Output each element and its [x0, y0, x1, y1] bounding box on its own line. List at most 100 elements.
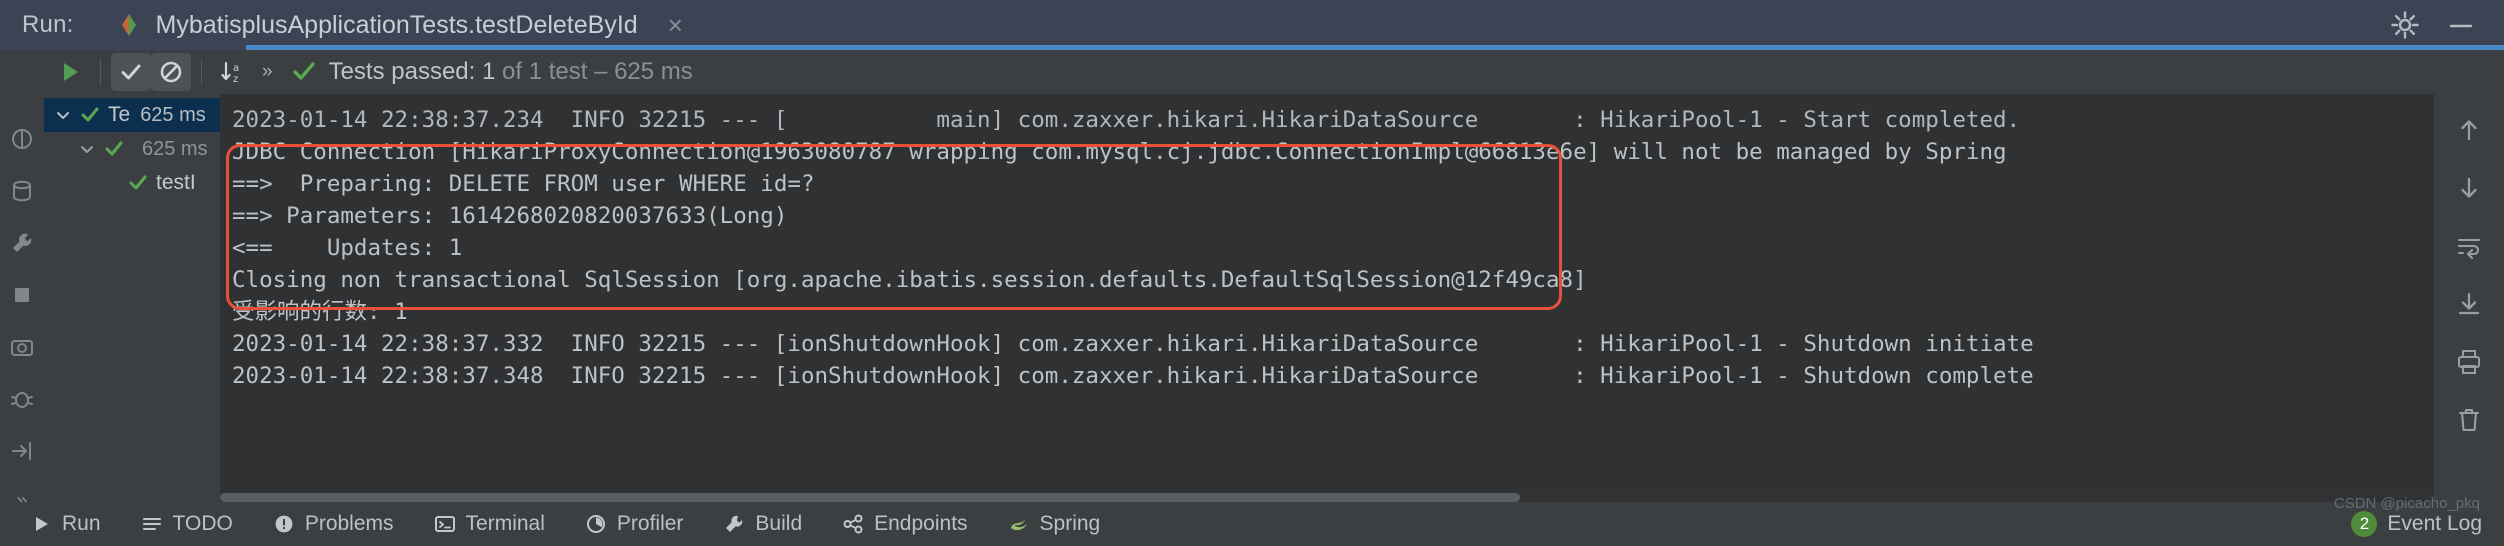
scroll-to-end-icon[interactable]	[2455, 290, 2483, 318]
console-line: JDBC Connection [HikariProxyConnection@1…	[232, 139, 2007, 165]
rerun-button[interactable]	[50, 53, 90, 91]
console-line: 2023-01-14 22:38:37.348 INFO 32215 --- […	[232, 363, 2034, 389]
bottom-tab-build[interactable]: Build	[703, 502, 822, 546]
bottom-tab-spring[interactable]: Spring	[988, 502, 1121, 546]
test-status-passed: Tests passed: 1	[328, 58, 496, 85]
bottom-tab-terminal[interactable]: Terminal	[414, 502, 565, 546]
bottom-tab-todo[interactable]: TODO	[121, 502, 253, 546]
console-line: ==> Preparing: DELETE FROM user WHERE id…	[232, 171, 815, 197]
stop-icon[interactable]	[9, 282, 35, 308]
test-status: Tests passed: 1 of 1 test – 625 ms	[291, 58, 693, 86]
svg-text:z: z	[233, 74, 238, 85]
green-check-icon	[104, 139, 124, 159]
bottom-tab-label: Terminal	[465, 512, 545, 535]
todo-icon	[141, 513, 163, 535]
console-horizontal-scrollbar[interactable]	[220, 493, 2434, 502]
bottom-tab-label: TODO	[172, 512, 233, 535]
chevrons-right-icon[interactable]: »	[252, 61, 281, 83]
console-line: ==> Parameters: 1614268020820037633(Long…	[232, 203, 788, 229]
chevron-down-icon[interactable]	[78, 140, 96, 158]
play-icon	[57, 59, 83, 85]
console-action-rail	[2434, 94, 2504, 502]
scrollbar-thumb[interactable]	[220, 493, 1520, 502]
bottom-tab-label: Build	[755, 512, 803, 535]
run-configuration-tab[interactable]: MybatisplusApplicationTests.testDeleteBy…	[110, 0, 689, 50]
test-tree: Te 625 ms 625 ms testI	[44, 94, 220, 502]
bottom-tab-run[interactable]: Run	[10, 502, 121, 546]
build-icon	[723, 513, 745, 535]
bottom-tab-endpoints[interactable]: Endpoints	[822, 502, 987, 546]
trash-icon[interactable]	[2455, 406, 2483, 434]
svg-text:a: a	[233, 63, 239, 74]
event-log-count-badge: 2	[2351, 511, 2378, 537]
bug-icon[interactable]	[9, 386, 35, 412]
ignored-icon	[158, 59, 184, 85]
run-tool-window: Run: MybatisplusApplicationTests.testDel…	[0, 0, 2504, 546]
watermark-text: CSDN @picacho_pkq	[2333, 495, 2480, 512]
console-line: 受影响的行数: 1	[232, 299, 408, 325]
bottom-tab-label: Endpoints	[874, 512, 968, 535]
left-gutter: »	[0, 50, 44, 512]
console-line: Closing non transactional SqlSession [or…	[232, 267, 1587, 293]
build-tools-icon[interactable]	[9, 230, 35, 256]
title-bar: Run: MybatisplusApplicationTests.testDel…	[0, 0, 2504, 50]
spring-icon	[1008, 513, 1030, 535]
main-column: a z » Tests passed: 1 of 1 test – 625 ms	[44, 50, 2504, 502]
tab-active-underline	[246, 45, 2504, 50]
terminal-icon	[434, 513, 456, 535]
toolbar-divider-2	[201, 59, 202, 85]
test-status-detail: of 1 test – 625 ms	[495, 58, 693, 85]
console-line: 2023-01-14 22:38:37.234 INFO 32215 --- […	[232, 107, 2021, 133]
chevron-down-icon[interactable]	[54, 106, 72, 124]
gear-icon[interactable]	[2390, 10, 2420, 40]
structure-icon[interactable]	[9, 126, 35, 152]
sort-alpha-icon: a z	[219, 59, 245, 85]
show-ignored-toggle[interactable]	[151, 53, 191, 91]
tool-window-body: » a z » Tests passed: 1 of 1 test – 625 …	[0, 50, 2504, 512]
play-icon	[30, 513, 52, 535]
bottom-tab-problems[interactable]: Problems	[253, 502, 414, 546]
console-output[interactable]: 2023-01-14 22:38:37.234 INFO 32215 --- […	[220, 94, 2434, 502]
bottom-tab-label: Run	[62, 512, 101, 535]
run-config-icon	[116, 12, 142, 38]
problems-icon	[273, 513, 295, 535]
minimize-icon[interactable]	[2446, 10, 2476, 40]
title-bar-actions	[2390, 10, 2504, 40]
test-toolbar: a z » Tests passed: 1 of 1 test – 625 ms	[44, 50, 2504, 94]
profiler-icon	[585, 513, 607, 535]
export-icon[interactable]	[9, 438, 35, 464]
print-icon[interactable]	[2455, 348, 2483, 376]
console-line: <== Updates: 1	[232, 235, 463, 261]
bottom-tab-label: Spring	[1039, 512, 1101, 535]
arrow-up-icon[interactable]	[2455, 116, 2483, 144]
test-tree-label: Te	[108, 103, 131, 126]
content-area: Te 625 ms 625 ms testI 2023-01-14 22:38:…	[44, 94, 2504, 502]
toolbar-divider	[100, 59, 101, 85]
green-check-icon	[80, 105, 100, 125]
test-tree-row-root[interactable]: Te 625 ms	[44, 98, 220, 132]
event-log-area[interactable]: 2 Event Log	[2351, 511, 2504, 537]
run-label: Run:	[22, 11, 74, 38]
bottom-tab-profiler[interactable]: Profiler	[565, 502, 704, 546]
bottom-tab-label: Profiler	[616, 512, 684, 535]
database-icon[interactable]	[9, 178, 35, 204]
green-check-icon	[128, 173, 148, 193]
close-icon[interactable]: ×	[668, 12, 683, 38]
green-check-icon	[291, 59, 317, 85]
test-tree-row-class[interactable]: 625 ms	[44, 132, 220, 166]
arrow-down-icon[interactable]	[2455, 174, 2483, 202]
endpoints-icon	[842, 513, 864, 535]
console-line: 2023-01-14 22:38:37.332 INFO 32215 --- […	[232, 331, 2034, 357]
test-tree-row-method[interactable]: testI	[44, 166, 220, 200]
event-log-label: Event Log	[2387, 512, 2482, 535]
status-bar: Run TODO Problems Terminal Profiler Buil…	[0, 495, 2504, 546]
test-tree-label: testI	[156, 171, 196, 194]
soft-wrap-icon[interactable]	[2455, 232, 2483, 260]
camera-icon[interactable]	[9, 334, 35, 360]
checkmark-icon	[118, 59, 144, 85]
sort-alphabetically-button[interactable]: a z	[212, 53, 252, 91]
show-passed-toggle[interactable]	[111, 53, 151, 91]
bottom-tab-label: Problems	[304, 512, 394, 535]
test-tree-duration: 625 ms	[140, 103, 206, 126]
